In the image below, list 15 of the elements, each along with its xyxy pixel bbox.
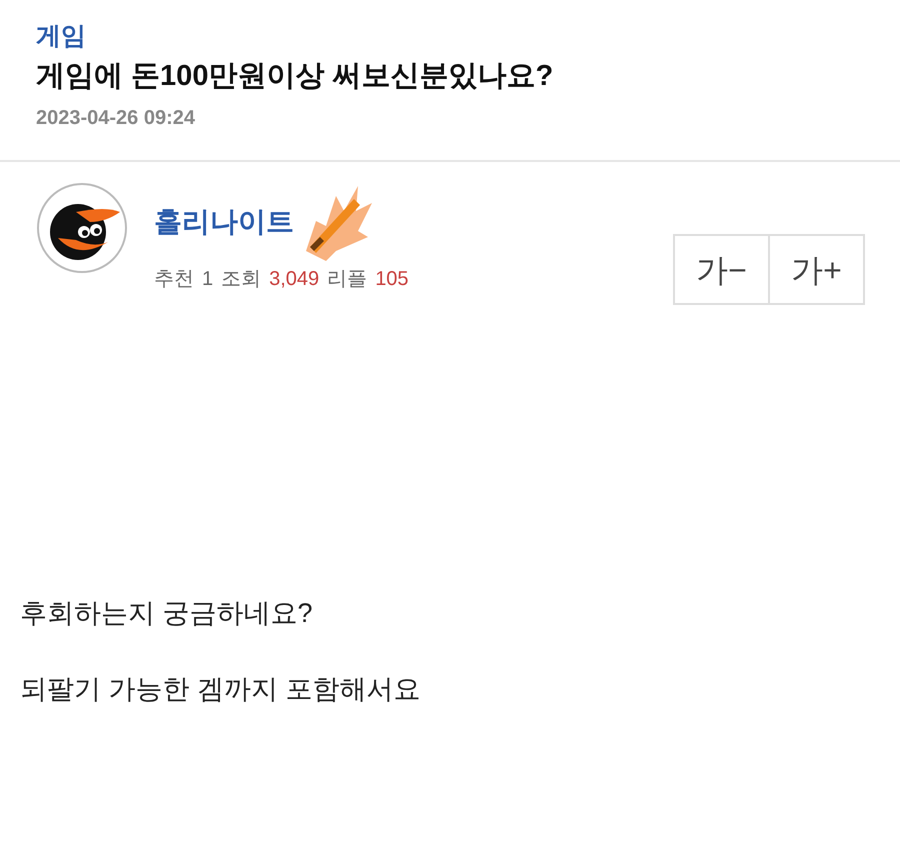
post-date: 2023-04-26 09:24 (36, 106, 196, 131)
stat-label: 리플 (327, 267, 368, 292)
stat-label: 조회 (221, 267, 262, 292)
stat-value: 3,049 (269, 267, 320, 292)
body-paragraph: 되팔기 가능한 겜까지 포함해서요 (20, 673, 421, 706)
stat-value: 105 (375, 267, 409, 292)
avatar-icon (36, 182, 128, 274)
stat-value: 1 (202, 267, 214, 292)
stat-label: 추천 (154, 267, 194, 292)
body-paragraph: 후회하는지 궁금하네요? (20, 597, 313, 630)
author-nickname[interactable]: 홀리나이트 (154, 201, 294, 243)
post-title: 게임에 돈100만원이상 써보신분있나요? (36, 59, 554, 94)
decrease-font-button[interactable]: 가− (673, 234, 770, 305)
category-label[interactable]: 게임 (36, 18, 86, 54)
increase-font-button[interactable]: 가+ (768, 234, 865, 305)
